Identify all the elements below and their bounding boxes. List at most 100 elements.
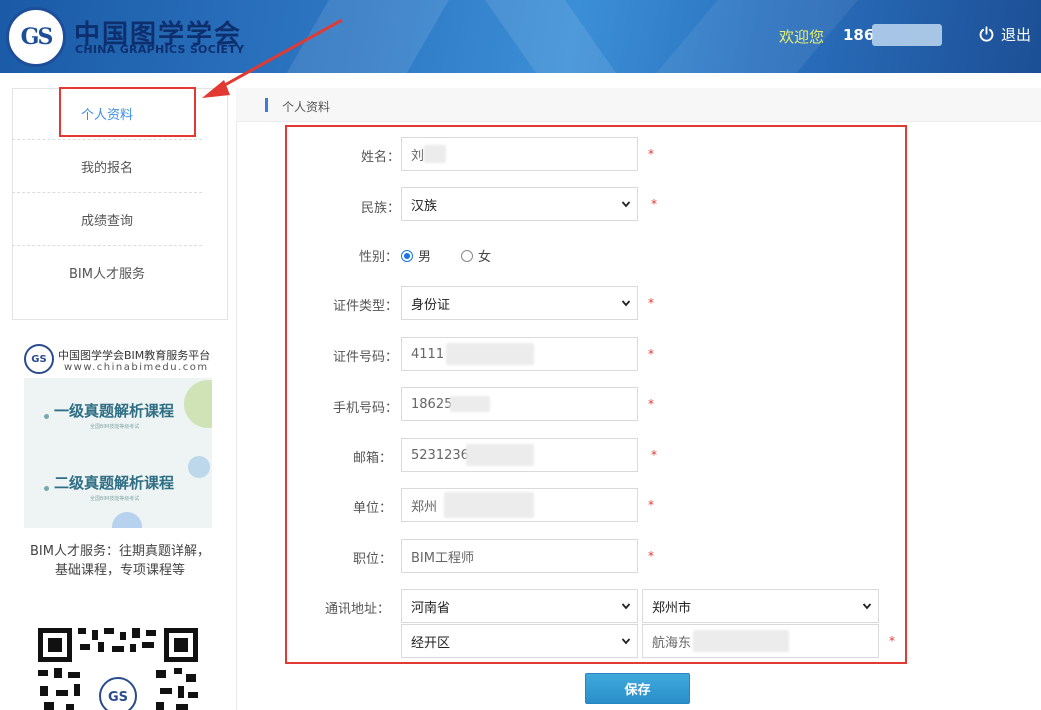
company-field[interactable]: 郑州	[401, 488, 638, 522]
gender-label: 性别：	[358, 250, 398, 265]
required-mark: *	[648, 549, 654, 563]
chevron-down-icon	[621, 638, 631, 645]
email-label: 邮箱：	[352, 451, 392, 466]
redacted-phone	[450, 396, 490, 412]
ethnicity-value: 汉族	[411, 198, 438, 214]
site-header: GS 中国图学学会 CHINA GRAPHICS SOCIETY 欢迎您 186…	[0, 0, 1041, 73]
district-value: 经开区	[411, 635, 451, 651]
ethnicity-select[interactable]: 汉族	[401, 187, 638, 221]
name-label: 姓名：	[360, 150, 400, 165]
sidebar-item-scores[interactable]: 成绩查询	[12, 194, 202, 246]
province-select[interactable]: 河南省	[401, 589, 638, 623]
society-logo[interactable]: GS	[6, 7, 66, 67]
required-mark: *	[648, 498, 654, 512]
welcome-text: 欢迎您	[779, 28, 825, 46]
province-value: 河南省	[411, 600, 451, 616]
company-label: 单位：	[352, 501, 392, 516]
chevron-down-icon	[621, 300, 631, 307]
street-value: 航海东	[652, 635, 692, 651]
logout-button[interactable]: 退出	[978, 24, 1031, 45]
email-value: 5231236	[411, 447, 469, 463]
save-button[interactable]: 保存	[585, 673, 690, 704]
redacted-company	[444, 492, 534, 518]
radio-label: 男	[418, 250, 432, 265]
gender-option-female[interactable]: 女	[461, 246, 491, 265]
section-title: 个人资料	[282, 100, 331, 114]
required-mark: *	[648, 147, 654, 161]
promo-logo: GS	[24, 344, 54, 374]
redacted-user	[872, 24, 942, 46]
sidebar-item-label: 我的报名	[80, 161, 133, 176]
promo-text-line: BIM人才服务：往期真题详解，	[30, 544, 210, 559]
sidebar-item-registrations[interactable]: 我的报名	[12, 141, 202, 193]
promo-title: 中国图学学会BIM教育服务平台	[58, 349, 211, 362]
sidebar-item-label: BIM人才服务	[69, 266, 145, 282]
header-decoration	[477, 0, 643, 73]
chevron-down-icon	[621, 201, 631, 208]
city-select[interactable]: 郑州市	[642, 589, 879, 623]
city-value: 郑州市	[652, 600, 692, 616]
header-decoration	[259, 0, 461, 73]
id-number-label: 证件号码：	[332, 350, 398, 365]
required-mark: *	[889, 634, 895, 648]
position-value: BIM工程师	[411, 550, 474, 566]
id-type-value: 身份证	[411, 297, 451, 313]
chevron-down-icon	[621, 603, 631, 610]
promo-course-sub: 全国BIM技能等级考试	[90, 424, 140, 430]
promo-description: BIM人才服务：往期真题详解， 基础课程，专项课程等	[14, 542, 226, 580]
logo-mark: GS	[20, 24, 54, 50]
sidebar-item-label: 成绩查询	[80, 214, 133, 229]
annotation-highlight-box	[59, 87, 196, 137]
promo-course-sub: 全国BIM技能等级考试	[90, 496, 140, 502]
name-field[interactable]: 刘	[401, 137, 638, 171]
redacted-street	[693, 630, 789, 652]
svg-text:GS: GS	[108, 690, 128, 705]
promo-banner[interactable]: 一级真题解析课程 全国BIM技能等级考试 二级真题解析课程 全国BIM技能等级考…	[24, 378, 212, 528]
district-select[interactable]: 经开区	[401, 624, 638, 658]
section-header	[236, 88, 1041, 122]
position-field[interactable]: BIM工程师	[401, 539, 638, 573]
required-mark: *	[651, 448, 657, 462]
phone-field[interactable]: 18625	[401, 387, 638, 421]
company-value: 郑州	[411, 499, 438, 515]
radio-selected-icon	[401, 249, 413, 262]
position-label: 职位：	[352, 552, 392, 567]
redacted-email	[466, 444, 534, 466]
phone-value: 18625	[411, 396, 453, 412]
gender-option-male[interactable]: 男	[401, 246, 431, 265]
power-icon	[979, 26, 994, 42]
email-field[interactable]: 5231236	[401, 438, 638, 472]
decor-circle	[112, 512, 142, 528]
redacted-id	[446, 343, 534, 365]
radio-label: 女	[478, 250, 492, 265]
decor-circle	[184, 380, 212, 428]
redacted-name	[424, 145, 446, 163]
name-value: 刘	[411, 148, 425, 164]
ethnicity-label: 民族：	[360, 201, 400, 216]
sidebar-item-bim-talent[interactable]: BIM人才服务	[12, 246, 202, 298]
qr-code-icon: GS	[36, 626, 200, 710]
section-marker	[265, 98, 268, 112]
required-mark: *	[648, 397, 654, 411]
decor-dot	[44, 486, 49, 491]
chevron-down-icon	[862, 603, 872, 610]
address-label: 通讯地址：	[324, 602, 390, 617]
decor-dot	[44, 414, 49, 419]
required-mark: *	[651, 197, 657, 211]
promo-text-line: 基础课程，专项课程等	[54, 563, 185, 578]
required-mark: *	[648, 296, 654, 310]
logout-label: 退出	[1001, 26, 1032, 44]
required-mark: *	[648, 347, 654, 361]
logo-title-en: CHINA GRAPHICS SOCIETY	[75, 43, 245, 56]
decor-circle	[188, 456, 210, 478]
promo-course-1: 一级真题解析课程	[54, 402, 175, 420]
id-type-label: 证件类型：	[332, 299, 398, 314]
id-number-value: 4111	[411, 346, 445, 362]
radio-unselected-icon	[461, 249, 473, 262]
user-phone: 186	[843, 26, 875, 44]
id-type-select[interactable]: 身份证	[401, 286, 638, 320]
promo-url[interactable]: www.chinabimedu.com	[64, 362, 209, 373]
id-number-field[interactable]: 4111	[401, 337, 638, 371]
promo-course-2: 二级真题解析课程	[54, 474, 175, 492]
street-field[interactable]: 航海东	[642, 624, 879, 658]
